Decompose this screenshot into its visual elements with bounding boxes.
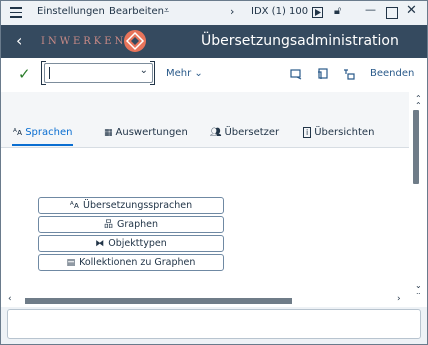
more-button[interactable]: Mehr ⌄ — [166, 68, 203, 79]
menu-edit[interactable]: Bearbeiten — [109, 6, 164, 17]
company-logo-icon — [124, 30, 146, 52]
uebersetzungssprachen-button[interactable]: ᴬᴀ Übersetzungssprachen — [38, 197, 224, 214]
tab-strip: ᴬᴀ Sprachen ▦ Auswertungen 👥︎ Übersetzer iÜ… — [1, 92, 409, 148]
tab-label: Übersichten — [314, 127, 375, 138]
scroll-right-icon[interactable]: › — [397, 294, 401, 304]
tab-uebersetzer[interactable]: 👥︎ Übersetzer — [210, 127, 279, 138]
tab-label: Übersetzer — [224, 127, 280, 138]
collection-icon: ▤ — [66, 258, 76, 268]
kollektionen-button[interactable]: ▤ Kollektionen zu Graphen — [38, 254, 224, 271]
status-bar — [1, 307, 427, 344]
company-logo-text: INWERKEN — [41, 36, 127, 47]
tab-auswertungen[interactable]: ▦ Auswertungen — [104, 127, 188, 138]
tab-sprachen[interactable]: ᴬᴀ Sprachen — [13, 127, 72, 138]
tab-label: Auswertungen — [115, 127, 188, 138]
menu-bar: Einstellungen Bearbeiten ⩡ › IDX (1) 100… — [1, 1, 427, 25]
text-cursor — [49, 67, 50, 79]
exit-button[interactable]: Beenden — [370, 68, 414, 79]
minimize-icon[interactable]: — — [365, 3, 376, 16]
more-chevron-icon: ⌄ — [194, 68, 203, 79]
combo-bracket-right — [150, 61, 155, 85]
button-label: Übersetzungssprachen — [83, 200, 193, 211]
shell-header: ‹ INWERKEN Übersetzungsadministration — [1, 25, 427, 58]
maximize-icon[interactable] — [386, 7, 398, 19]
hierarchy-icon: 品 — [103, 220, 113, 230]
expand-right-icon[interactable]: › — [230, 5, 234, 18]
confirm-check-icon[interactable]: ✓ — [18, 65, 31, 83]
horizontal-scrollbar[interactable]: ‹ › — [1, 294, 427, 307]
sap-gui-window: Einstellungen Bearbeiten ⩡ › IDX (1) 100… — [0, 0, 428, 345]
language-icon: ᴬᴀ — [69, 201, 80, 211]
button-label: Kollektionen zu Graphen — [79, 257, 196, 268]
lock-icon[interactable]: 🔓︎ — [334, 4, 341, 18]
chevron-down-icon[interactable]: ⌄ — [140, 65, 148, 76]
info-icon: i — [303, 127, 312, 138]
language-icon: ᴬᴀ — [13, 128, 23, 138]
scroll-up-icon[interactable]: ⌃ ⌃ — [415, 95, 422, 110]
tab-label: Sprachen — [25, 127, 73, 138]
button-label: Graphen — [117, 219, 159, 230]
group-icon: 👥︎ — [210, 128, 222, 138]
more-label: Mehr — [166, 68, 192, 79]
toolbar: ✓ ⌄ Mehr ⌄ Beenden — [1, 58, 427, 92]
horizontal-scroll-thumb[interactable] — [25, 298, 292, 304]
graphen-button[interactable]: 品 Graphen — [38, 216, 224, 233]
hamburger-menu-icon[interactable] — [10, 7, 22, 18]
object-types-icon: ⧓ — [95, 239, 105, 249]
scroll-left-icon[interactable]: ‹ — [8, 294, 12, 304]
vertical-scroll-thumb[interactable] — [413, 110, 419, 184]
vertical-scrollbar[interactable]: ⌃ ⌃ ⌄ ⌄ — [409, 92, 427, 300]
tab-uebersichten[interactable]: i Übersichten — [303, 127, 374, 138]
screen-export-icon[interactable] — [290, 68, 302, 80]
objekttypen-button[interactable]: ⧓ Objekttypen — [38, 235, 224, 252]
main-content: ᴬᴀ Sprachen ▦ Auswertungen 👥︎ Übersetzer iÜ… — [1, 92, 427, 300]
settings-tools-icon[interactable] — [343, 68, 355, 80]
back-icon[interactable]: ‹ — [16, 31, 22, 50]
status-message-field — [7, 309, 421, 339]
more-menu-chevron-icon[interactable]: ⩡ — [164, 6, 169, 16]
close-icon[interactable]: ✕ — [406, 3, 417, 18]
command-field-combobox[interactable]: ⌄ — [44, 63, 153, 83]
play-icon[interactable] — [312, 7, 323, 18]
report-icon: ▦ — [104, 128, 113, 138]
page-title: Übersetzungsadministration — [201, 33, 399, 49]
active-tab-indicator — [12, 144, 73, 146]
new-window-icon[interactable] — [317, 68, 329, 80]
system-id: IDX (1) 100 — [251, 6, 309, 17]
menu-settings[interactable]: Einstellungen — [37, 6, 105, 17]
button-label: Objekttypen — [108, 238, 167, 249]
